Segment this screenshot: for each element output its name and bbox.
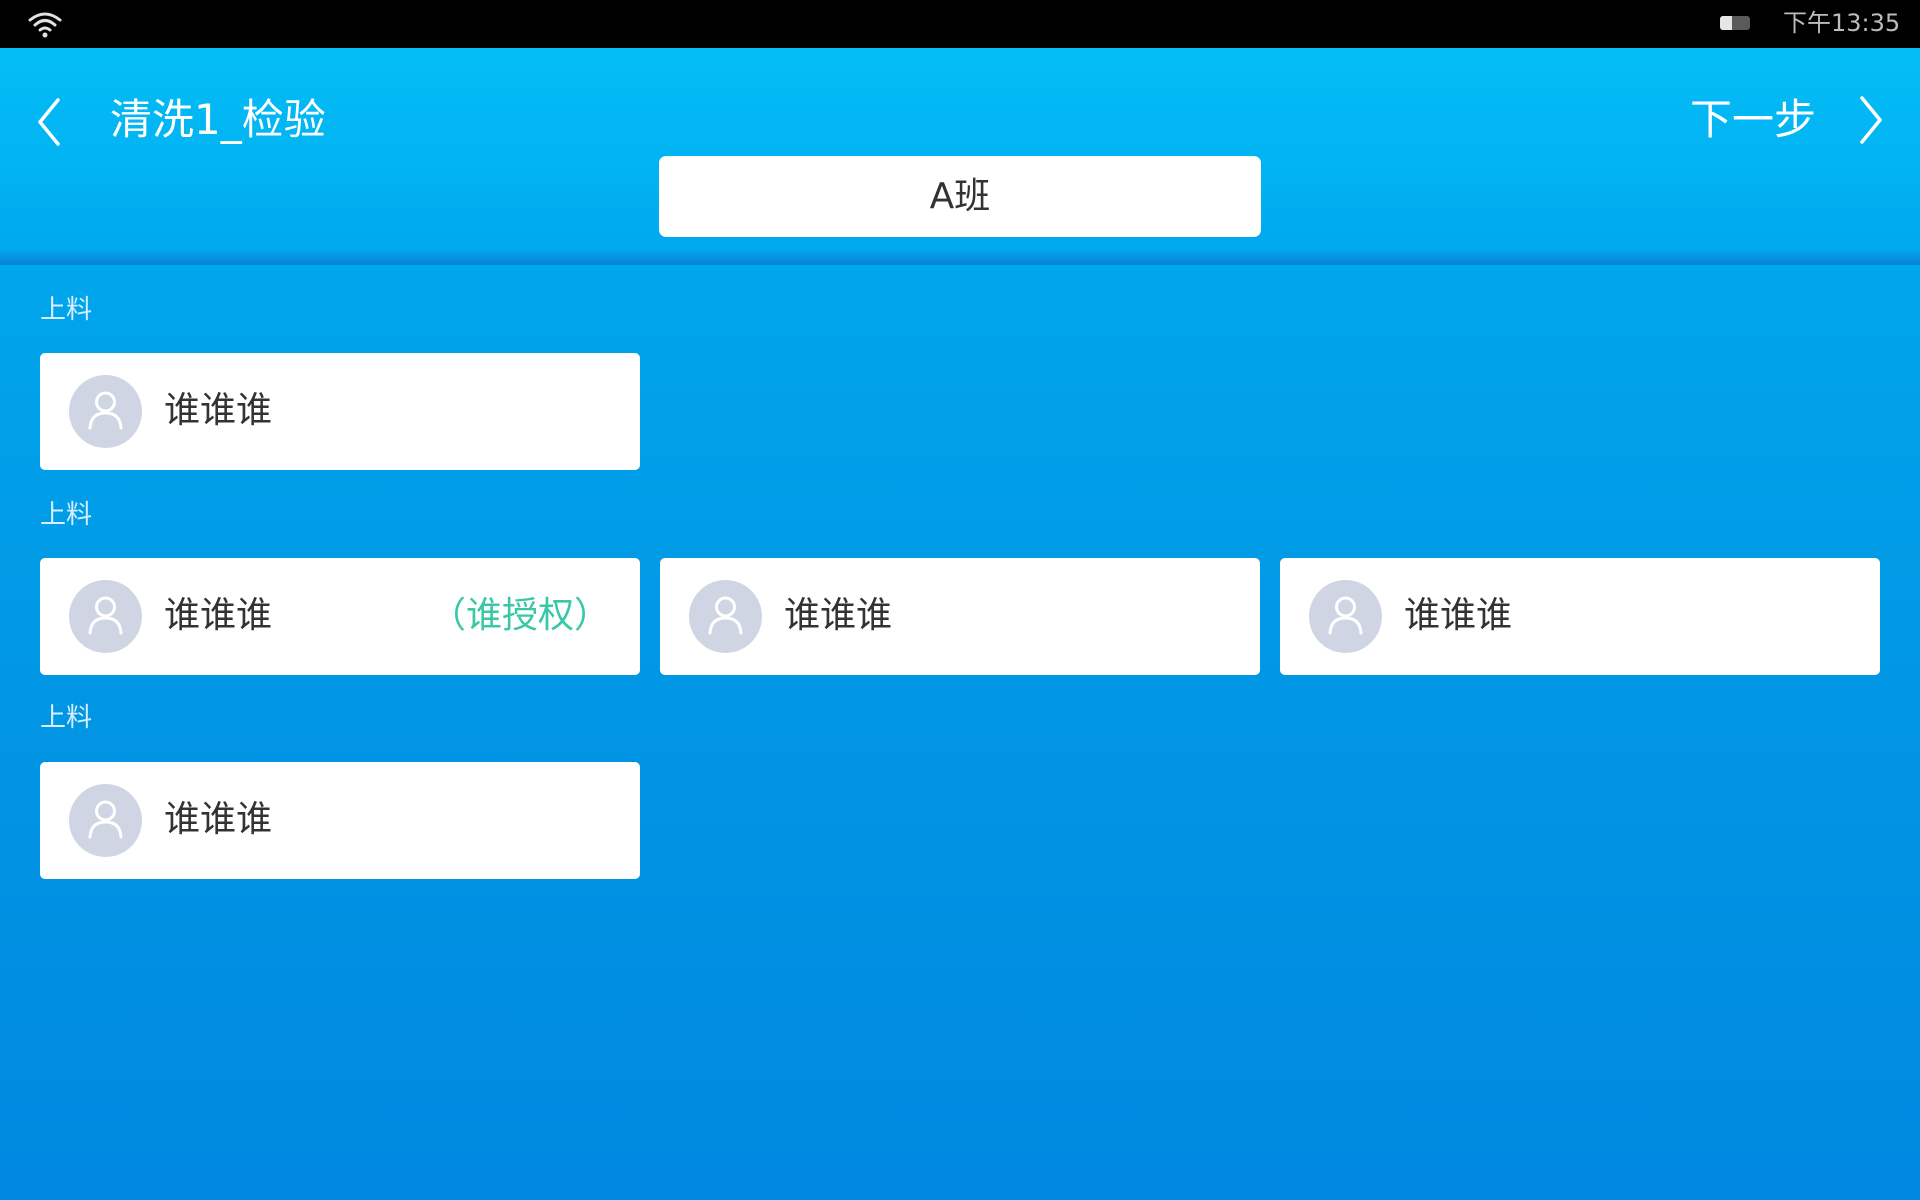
section-label: 上料	[40, 295, 93, 325]
header: 清洗1_检验 下一步 A班	[0, 48, 1920, 265]
back-button[interactable]	[30, 92, 74, 152]
worker-card[interactable]: 谁谁谁	[660, 558, 1260, 675]
worker-card[interactable]: 谁谁谁 （谁授权）	[40, 558, 640, 675]
worker-card[interactable]: 谁谁谁	[40, 762, 640, 879]
worker-name: 谁谁谁	[1404, 595, 1513, 636]
avatar-icon	[689, 580, 762, 653]
chevron-right-icon	[1860, 96, 1882, 144]
next-step-label: 下一步	[1690, 95, 1817, 144]
section-label: 上料	[40, 703, 93, 733]
chevron-left-icon	[38, 98, 60, 146]
worker-name: 谁谁谁	[164, 390, 273, 431]
status-bar: 下午13:35	[0, 0, 1920, 48]
worker-card[interactable]: 谁谁谁	[40, 353, 640, 470]
worker-card[interactable]: 谁谁谁	[1280, 558, 1880, 675]
avatar-icon	[69, 784, 142, 857]
page-title: 清洗1_检验	[110, 95, 326, 144]
avatar-icon	[1309, 580, 1382, 653]
section-label: 上料	[40, 500, 93, 530]
next-step-button[interactable]: 下一步	[1680, 88, 1900, 154]
battery-icon	[1720, 16, 1750, 30]
authorization-note: （谁授权）	[429, 595, 610, 636]
worker-name: 谁谁谁	[784, 595, 893, 636]
status-time: 下午13:35	[1783, 9, 1901, 37]
worker-name: 谁谁谁	[164, 595, 273, 636]
worker-name: 谁谁谁	[164, 799, 273, 840]
avatar-icon	[69, 375, 142, 448]
shift-selector[interactable]: A班	[659, 156, 1261, 237]
wifi-icon	[28, 12, 62, 38]
main-content: 上料 谁谁谁 上料 谁谁谁 （谁授权） 谁谁谁 谁谁谁 上料 谁谁谁	[0, 265, 1920, 1200]
avatar-icon	[69, 580, 142, 653]
